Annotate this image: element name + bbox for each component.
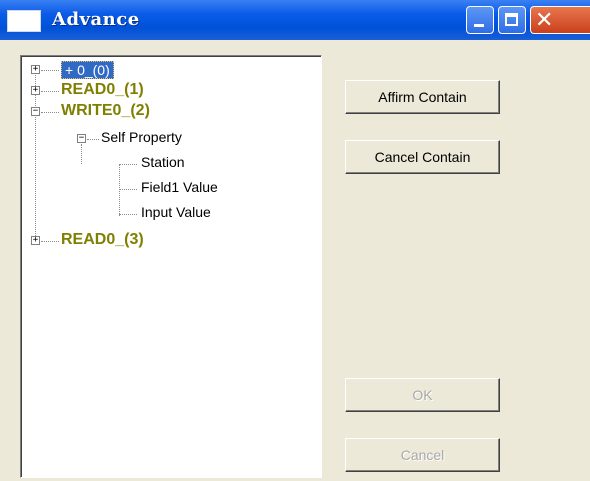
tree-node-write0-2[interactable]: WRITE0_(2) [61, 102, 150, 120]
cancel-button[interactable]: Cancel [345, 438, 500, 472]
cancel-contain-button[interactable]: Cancel Contain [345, 140, 500, 174]
tree-connector [119, 214, 137, 215]
expand-icon[interactable]: + [31, 86, 40, 95]
tree-node-input-value[interactable]: Input Value [141, 204, 211, 220]
collapse-icon[interactable]: − [77, 134, 86, 143]
tree-node-0[interactable]: + 0_(0) [61, 61, 114, 79]
tree-connector [81, 144, 82, 164]
title-bar[interactable]: Advance ✕ [0, 0, 590, 40]
maximize-button[interactable] [498, 6, 526, 34]
tree-connector [119, 164, 120, 216]
tree-view[interactable]: + + 0_(0) + READ0_(1) − WRITE0_(2) − Sel… [20, 55, 322, 478]
expand-icon[interactable]: + [31, 65, 40, 74]
tree-connector [41, 112, 59, 113]
minimize-icon [474, 24, 484, 27]
ok-button[interactable]: OK [345, 378, 500, 412]
tree-node-self-property[interactable]: Self Property [101, 129, 182, 145]
tree-node-read0-1[interactable]: READ0_(1) [61, 81, 144, 99]
close-button[interactable]: ✕ [530, 6, 590, 34]
window-icon [7, 10, 41, 32]
tree-node-station[interactable]: Station [141, 154, 185, 170]
tree-node-read0-3[interactable]: READ0_(3) [61, 231, 144, 249]
expand-icon[interactable]: + [31, 236, 40, 245]
tree-connector [119, 164, 137, 165]
close-icon: ✕ [535, 8, 554, 33]
window-title: Advance [52, 9, 140, 30]
affirm-contain-button[interactable]: Affirm Contain [345, 80, 500, 114]
tree-connector [41, 241, 59, 242]
maximize-icon [505, 13, 518, 26]
tree-connector [41, 91, 59, 92]
tree-connector [87, 139, 99, 140]
tree-node-field1-value[interactable]: Field1 Value [141, 179, 218, 195]
tree-connector [41, 70, 59, 71]
collapse-icon[interactable]: − [31, 107, 40, 116]
tree-connector [119, 189, 137, 190]
minimize-button[interactable] [466, 6, 494, 34]
